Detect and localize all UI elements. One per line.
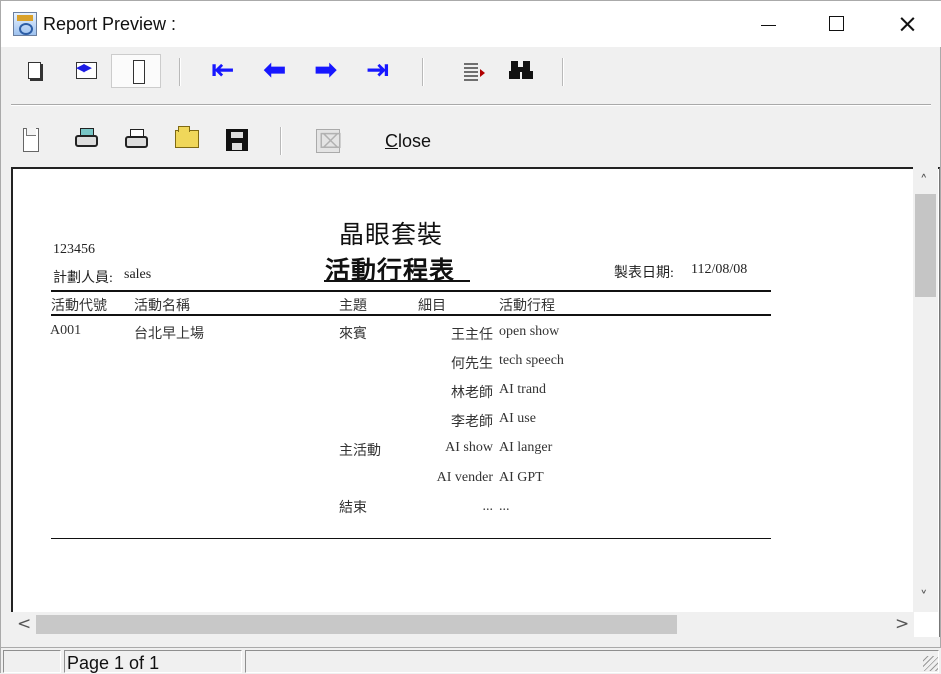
save-icon[interactable] bbox=[226, 129, 248, 151]
table-cell-detail: 王主任 bbox=[451, 328, 493, 343]
page-width-icon bbox=[76, 61, 97, 79]
disabled-export-icon bbox=[316, 129, 342, 153]
table-cell-detail: 李老師 bbox=[451, 415, 493, 430]
small-page-icon bbox=[28, 62, 41, 79]
print-setup-button[interactable] bbox=[73, 127, 101, 151]
report-viewport[interactable]: 123456 計劃人員: sales 晶眼套裝 活動行程表 製表日期: 112/… bbox=[11, 167, 940, 637]
minimize-icon bbox=[761, 25, 776, 26]
table-cell-topic: 來賓 bbox=[339, 327, 367, 342]
application-icon bbox=[13, 12, 37, 36]
first-page-button[interactable]: ⇤ bbox=[206, 54, 250, 88]
scroll-down-icon[interactable]: ˅ bbox=[920, 588, 928, 606]
table-cell-schedule: AI trand bbox=[499, 382, 547, 397]
table-cell-schedule: open show bbox=[499, 324, 560, 339]
find-icon bbox=[509, 61, 533, 79]
first-page-icon: ⇤ bbox=[211, 53, 235, 86]
report-page: 123456 計劃人員: sales 晶眼套裝 活動行程表 製表日期: 112/… bbox=[13, 169, 939, 637]
toolbar-separator bbox=[422, 58, 424, 86]
resize-grip-icon[interactable] bbox=[923, 656, 938, 671]
report-title: 晶眼套裝 bbox=[339, 222, 444, 249]
print-button[interactable] bbox=[123, 128, 151, 152]
table-cell-detail: AI show bbox=[445, 440, 493, 455]
table-cell-schedule: AI use bbox=[499, 411, 536, 426]
close-button[interactable]: Close bbox=[378, 131, 438, 155]
printer-body-icon bbox=[75, 135, 98, 147]
horizontal-scroll-thumb[interactable] bbox=[36, 615, 677, 634]
table-cell-detail: ... bbox=[482, 499, 494, 514]
table-cell-topic: 主活動 bbox=[339, 444, 381, 459]
table-cell-schedule: AI GPT bbox=[499, 470, 544, 485]
scroll-up-icon[interactable]: ˄ bbox=[920, 172, 928, 190]
planner-value: sales bbox=[124, 267, 152, 282]
go-to-page-icon bbox=[464, 63, 485, 81]
column-activity-code: 活動代號 bbox=[51, 299, 107, 314]
window-close-button[interactable]: × bbox=[872, 1, 941, 47]
report-code: 123456 bbox=[53, 242, 95, 257]
table-cell-activity-code: A001 bbox=[50, 323, 82, 338]
toolbar-separator bbox=[562, 58, 564, 86]
table-cell-schedule: AI langer bbox=[499, 440, 553, 455]
table-cell-detail: 何先生 bbox=[451, 357, 493, 372]
previous-page-icon: ⬅ bbox=[263, 53, 287, 86]
subtitle-underline bbox=[324, 280, 470, 282]
status-message-panel bbox=[245, 650, 939, 673]
report-preview-window: Report Preview : × ⇤ ⬅ ➡ ⇥ bbox=[0, 0, 941, 674]
file-toolbar: Close bbox=[11, 123, 931, 159]
report-bottom-rule bbox=[51, 538, 771, 539]
table-cell-schedule: tech speech bbox=[499, 353, 564, 368]
page-indicator: Page 1 of 1 bbox=[67, 653, 160, 673]
header-bottom-rule bbox=[51, 314, 771, 316]
scroll-right-icon[interactable]: > bbox=[895, 614, 909, 634]
table-cell-detail: 林老師 bbox=[451, 386, 493, 401]
title-bar: Report Preview : × bbox=[1, 1, 941, 47]
table-cell-topic: 結束 bbox=[339, 501, 367, 516]
column-schedule: 活動行程 bbox=[499, 299, 555, 314]
window-title: Report Preview : bbox=[43, 14, 177, 34]
status-bar: Page 1 of 1 bbox=[1, 647, 941, 674]
small-page-button[interactable] bbox=[11, 54, 55, 88]
navigation-toolbar: ⇤ ⬅ ➡ ⇥ bbox=[11, 54, 931, 90]
horizontal-scrollbar[interactable]: < > bbox=[11, 612, 914, 637]
toolbar-separator bbox=[280, 127, 282, 155]
planner-label: 計劃人員: bbox=[53, 271, 113, 286]
scroll-left-icon[interactable]: < bbox=[17, 614, 31, 634]
printer-body-icon bbox=[125, 136, 148, 148]
full-page-icon bbox=[133, 60, 145, 84]
column-detail: 細目 bbox=[418, 299, 446, 314]
previous-page-button[interactable]: ⬅ bbox=[258, 54, 302, 88]
find-button[interactable] bbox=[501, 54, 545, 88]
close-button-label: lose bbox=[397, 131, 432, 151]
status-page-panel: Page 1 of 1 bbox=[64, 650, 242, 673]
date-value: 112/08/08 bbox=[691, 262, 748, 277]
column-activity-name: 活動名稱 bbox=[134, 299, 190, 314]
last-page-button[interactable]: ⇥ bbox=[361, 54, 405, 88]
toolbar-separator bbox=[179, 58, 181, 86]
close-icon: × bbox=[897, 9, 918, 38]
toolbar-divider bbox=[11, 104, 931, 106]
close-button-accelerator: C bbox=[384, 131, 398, 151]
header-top-rule bbox=[51, 290, 771, 292]
full-page-button[interactable] bbox=[111, 54, 161, 88]
column-topic: 主題 bbox=[339, 299, 367, 314]
status-empty-panel bbox=[3, 650, 61, 673]
open-icon[interactable] bbox=[175, 126, 199, 148]
table-cell-detail: AI vender bbox=[436, 470, 493, 485]
vertical-scrollbar[interactable]: ˄ ˅ bbox=[913, 167, 938, 612]
table-cell-activity-name: 台北早上場 bbox=[134, 327, 204, 342]
next-page-button[interactable]: ➡ bbox=[309, 54, 353, 88]
maximize-button[interactable] bbox=[802, 1, 872, 47]
minimize-button[interactable] bbox=[732, 1, 802, 47]
next-page-icon: ➡ bbox=[314, 53, 338, 86]
page-width-button[interactable] bbox=[63, 54, 107, 88]
document-icon[interactable] bbox=[23, 128, 39, 152]
table-cell-schedule: ... bbox=[499, 499, 510, 514]
vertical-scroll-thumb[interactable] bbox=[915, 194, 936, 297]
last-page-icon: ⇥ bbox=[366, 53, 390, 86]
go-to-page-button[interactable] bbox=[449, 54, 493, 88]
maximize-icon bbox=[829, 16, 844, 31]
date-label: 製表日期: bbox=[614, 266, 674, 281]
